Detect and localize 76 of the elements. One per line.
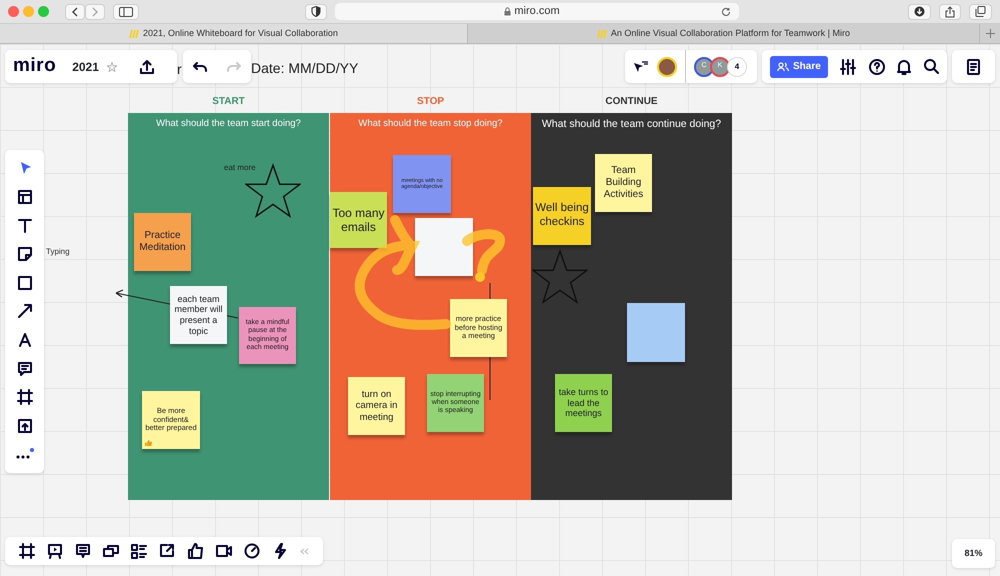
rectangle-icon[interactable] bbox=[16, 274, 32, 291]
sticky-note[interactable]: take turns to lead the meetings bbox=[555, 374, 612, 432]
sticky-note[interactable]: each team member will present a topic bbox=[170, 286, 227, 344]
lock-icon bbox=[504, 7, 512, 16]
miro-logo-icon bbox=[596, 28, 607, 38]
address-field[interactable]: miro.com bbox=[335, 3, 739, 20]
people-icon bbox=[777, 62, 789, 72]
board-name[interactable]: 2021 bbox=[72, 58, 99, 76]
browser-tab[interactable]: An Online Visual Collaboration Platform for Teamwork | Miro bbox=[468, 24, 980, 43]
frame-icon[interactable] bbox=[19, 543, 36, 559]
downloads-button[interactable] bbox=[908, 4, 931, 20]
reload-icon[interactable] bbox=[721, 6, 732, 16]
comment-icon[interactable] bbox=[16, 360, 32, 377]
column-heading: CONTINUE bbox=[604, 95, 659, 109]
chat-icon[interactable] bbox=[75, 543, 92, 559]
miro-logo-icon bbox=[128, 28, 139, 38]
column-prompt: What should the team stop doing? bbox=[358, 117, 503, 131]
sticky-note[interactable]: Team Building Activities bbox=[595, 154, 652, 212]
external-screen-icon[interactable] bbox=[159, 543, 176, 559]
board-text: eat more bbox=[224, 162, 256, 174]
star-shape bbox=[532, 249, 588, 305]
undo-icon[interactable] bbox=[193, 60, 207, 72]
presentation-icon[interactable] bbox=[47, 543, 64, 559]
highlighter-stroke bbox=[462, 229, 505, 282]
more-collaborators-count[interactable]: 4 bbox=[727, 56, 747, 76]
video-camera-icon[interactable] bbox=[216, 543, 232, 559]
privacy-button[interactable] bbox=[305, 4, 327, 20]
timer-icon[interactable] bbox=[244, 543, 260, 559]
pen-icon[interactable] bbox=[16, 332, 32, 348]
column-prompt: What should the team continue doing? bbox=[542, 117, 722, 132]
zoom-level[interactable]: 81% bbox=[952, 539, 995, 568]
arrow-icon[interactable] bbox=[16, 303, 32, 320]
cards-icon[interactable] bbox=[103, 543, 120, 559]
column-heading: START bbox=[211, 95, 246, 109]
column-prompt: What should the team start doing? bbox=[156, 117, 301, 131]
shield-icon bbox=[311, 6, 321, 17]
frame-icon[interactable] bbox=[16, 389, 32, 406]
date-text: Date: MM/DD/YY bbox=[251, 59, 358, 78]
share-icon bbox=[945, 6, 955, 18]
sticky-note[interactable]: Well being checkins bbox=[533, 187, 591, 245]
sticky-note[interactable]: turn on camera in meeting bbox=[348, 377, 405, 435]
share-page-button[interactable] bbox=[939, 4, 961, 20]
tabs-icon bbox=[975, 6, 986, 17]
help-icon[interactable] bbox=[868, 58, 885, 74]
back-button[interactable] bbox=[65, 4, 85, 20]
share-button[interactable]: Share bbox=[770, 56, 828, 78]
sidebar-button[interactable] bbox=[113, 4, 139, 20]
thumbs-up-icon[interactable] bbox=[188, 543, 204, 559]
plus-icon bbox=[986, 29, 994, 38]
upload-icon[interactable] bbox=[16, 418, 32, 434]
document-icon[interactable] bbox=[967, 58, 980, 74]
sidebar-icon bbox=[119, 6, 133, 16]
miro-logo[interactable]: miro bbox=[13, 52, 56, 81]
url-text: miro.com bbox=[514, 4, 560, 20]
cursor-icon[interactable] bbox=[633, 60, 649, 74]
upload-icon[interactable] bbox=[138, 58, 155, 74]
text-icon[interactable] bbox=[16, 218, 32, 234]
settings-sliders-icon[interactable] bbox=[840, 58, 856, 74]
sticky-note[interactable]: Too many emails bbox=[330, 192, 387, 248]
download-icon bbox=[914, 6, 925, 17]
browser-tab[interactable]: 2021, Online Whiteboard for Visual Collaboration bbox=[0, 24, 468, 43]
thumbs-up-icon bbox=[145, 440, 152, 446]
bell-icon[interactable] bbox=[897, 58, 912, 74]
board-title-text: r bbox=[177, 60, 182, 79]
search-icon[interactable] bbox=[924, 59, 939, 74]
template-icon[interactable] bbox=[16, 188, 32, 205]
sticky-note-icon[interactable] bbox=[16, 246, 32, 262]
chevron-left-icon bbox=[71, 6, 79, 16]
avatar-placeholder bbox=[657, 56, 677, 76]
cursor-label: Typing bbox=[46, 246, 70, 258]
chevron-right-icon bbox=[91, 6, 99, 16]
tab-overview-button[interactable] bbox=[969, 4, 992, 20]
star-icon[interactable] bbox=[106, 62, 117, 72]
column-heading: STOP bbox=[416, 95, 446, 109]
list-icon[interactable] bbox=[131, 543, 148, 559]
sticky-note[interactable]: Practice Meditation bbox=[134, 213, 191, 271]
